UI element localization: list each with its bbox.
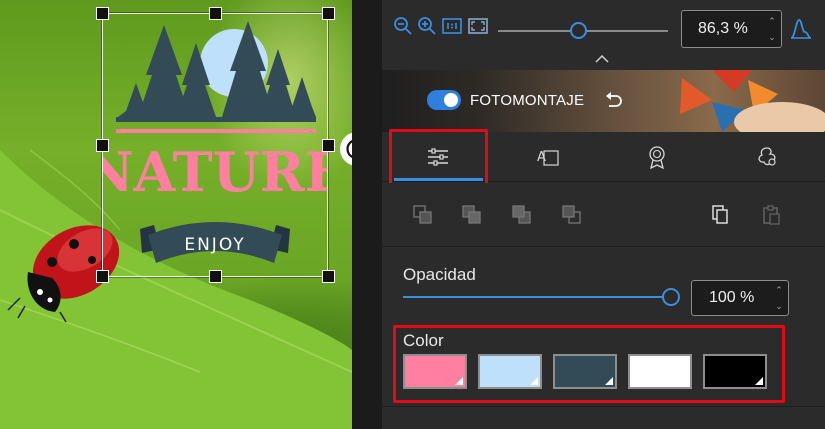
fotomontaje-toggle[interactable] [427, 90, 461, 110]
shapes-icon [758, 147, 776, 166]
zoom-slider-thumb[interactable] [570, 22, 587, 39]
panel-gutter [352, 0, 382, 429]
opacity-slider-thumb[interactable] [662, 288, 680, 306]
actual-size-icon[interactable] [442, 16, 462, 36]
opacity-label: Opacidad [403, 265, 476, 284]
opacity-down-icon[interactable]: ⌄ [774, 301, 784, 311]
resize-handle-bottom[interactable] [209, 270, 222, 283]
resize-handle-top[interactable] [209, 7, 222, 20]
tab-text[interactable]: A [498, 132, 598, 182]
divider [382, 406, 825, 407]
resize-handle-top-right[interactable] [322, 7, 335, 20]
chevron-up-icon[interactable] [594, 54, 610, 64]
zoom-in-icon[interactable] [417, 16, 437, 36]
arrange-toolbar [382, 183, 825, 247]
opacity-slider[interactable] [403, 296, 668, 298]
fit-screen-icon[interactable] [468, 16, 488, 36]
zoom-value: 86,3 % [698, 20, 748, 37]
opacity-value-field[interactable]: 100 % ⌃ ⌄ [691, 280, 789, 316]
resize-handle-left[interactable] [96, 139, 109, 152]
resize-handle-bottom-right[interactable] [322, 270, 335, 283]
zoom-up-icon[interactable]: ⌃ [767, 16, 777, 26]
resize-handle-right[interactable] [322, 139, 335, 152]
opacity-up-icon[interactable]: ⌃ [774, 285, 784, 295]
tab-badges[interactable] [607, 132, 707, 182]
tab-clipart[interactable] [717, 132, 817, 182]
paste-icon[interactable] [760, 204, 782, 226]
zoom-value-field[interactable]: 86,3 % ⌃ ⌄ [681, 10, 782, 48]
bring-forward-icon[interactable] [461, 204, 483, 226]
award-icon [649, 146, 665, 169]
histogram-icon[interactable] [789, 16, 813, 40]
resize-handle-bottom-left[interactable] [96, 270, 109, 283]
text-box-icon: A [537, 150, 559, 166]
zoom-out-icon[interactable] [393, 16, 413, 36]
bring-to-front-icon[interactable] [412, 204, 434, 226]
zoom-down-icon[interactable]: ⌄ [767, 32, 777, 42]
undo-icon[interactable] [604, 91, 624, 111]
highlight-box-color [393, 325, 785, 403]
opacity-value: 100 % [709, 289, 755, 306]
send-backward-icon[interactable] [511, 204, 533, 226]
copy-icon[interactable] [709, 204, 731, 226]
svg-text:A: A [537, 150, 546, 165]
resize-handle-top-left[interactable] [96, 7, 109, 20]
send-to-back-icon[interactable] [561, 204, 583, 226]
selection-frame[interactable] [101, 12, 329, 278]
fotomontaje-label: FOTOMONTAJE [470, 92, 585, 109]
highlight-box-adjustments [389, 129, 488, 187]
